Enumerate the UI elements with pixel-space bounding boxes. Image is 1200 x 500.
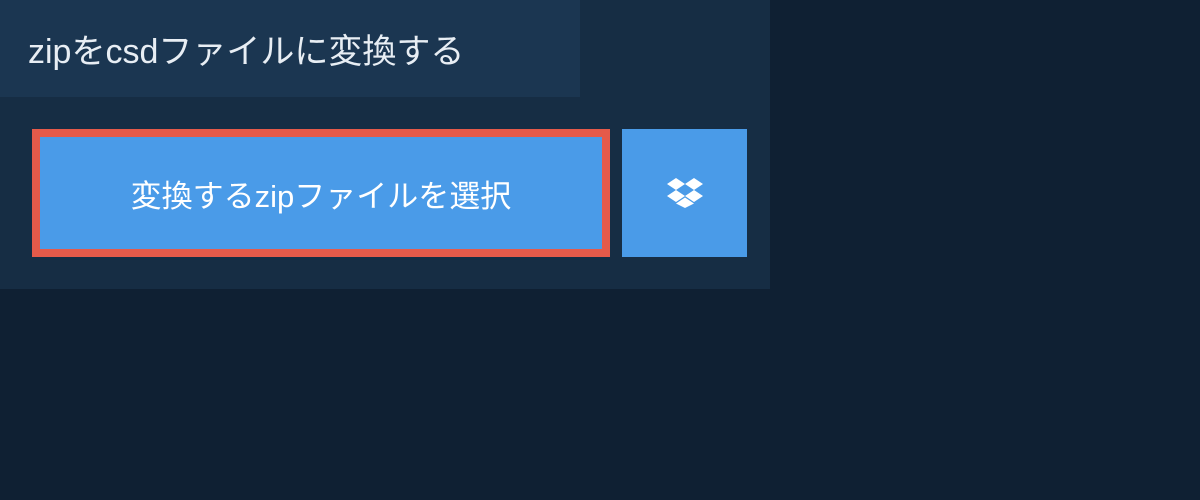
title-bar: zipをcsdファイルに変換する	[0, 0, 580, 97]
button-row: 変換するzipファイルを選択	[32, 129, 770, 257]
dropbox-button[interactable]	[622, 129, 747, 257]
page-title: zipをcsdファイルに変換する	[28, 24, 552, 73]
dropbox-icon	[667, 175, 703, 211]
select-file-button[interactable]: 変換するzipファイルを選択	[32, 129, 610, 257]
select-file-button-label: 変換するzipファイルを選択	[131, 171, 512, 216]
converter-panel: zipをcsdファイルに変換する 変換するzipファイルを選択	[0, 0, 770, 289]
